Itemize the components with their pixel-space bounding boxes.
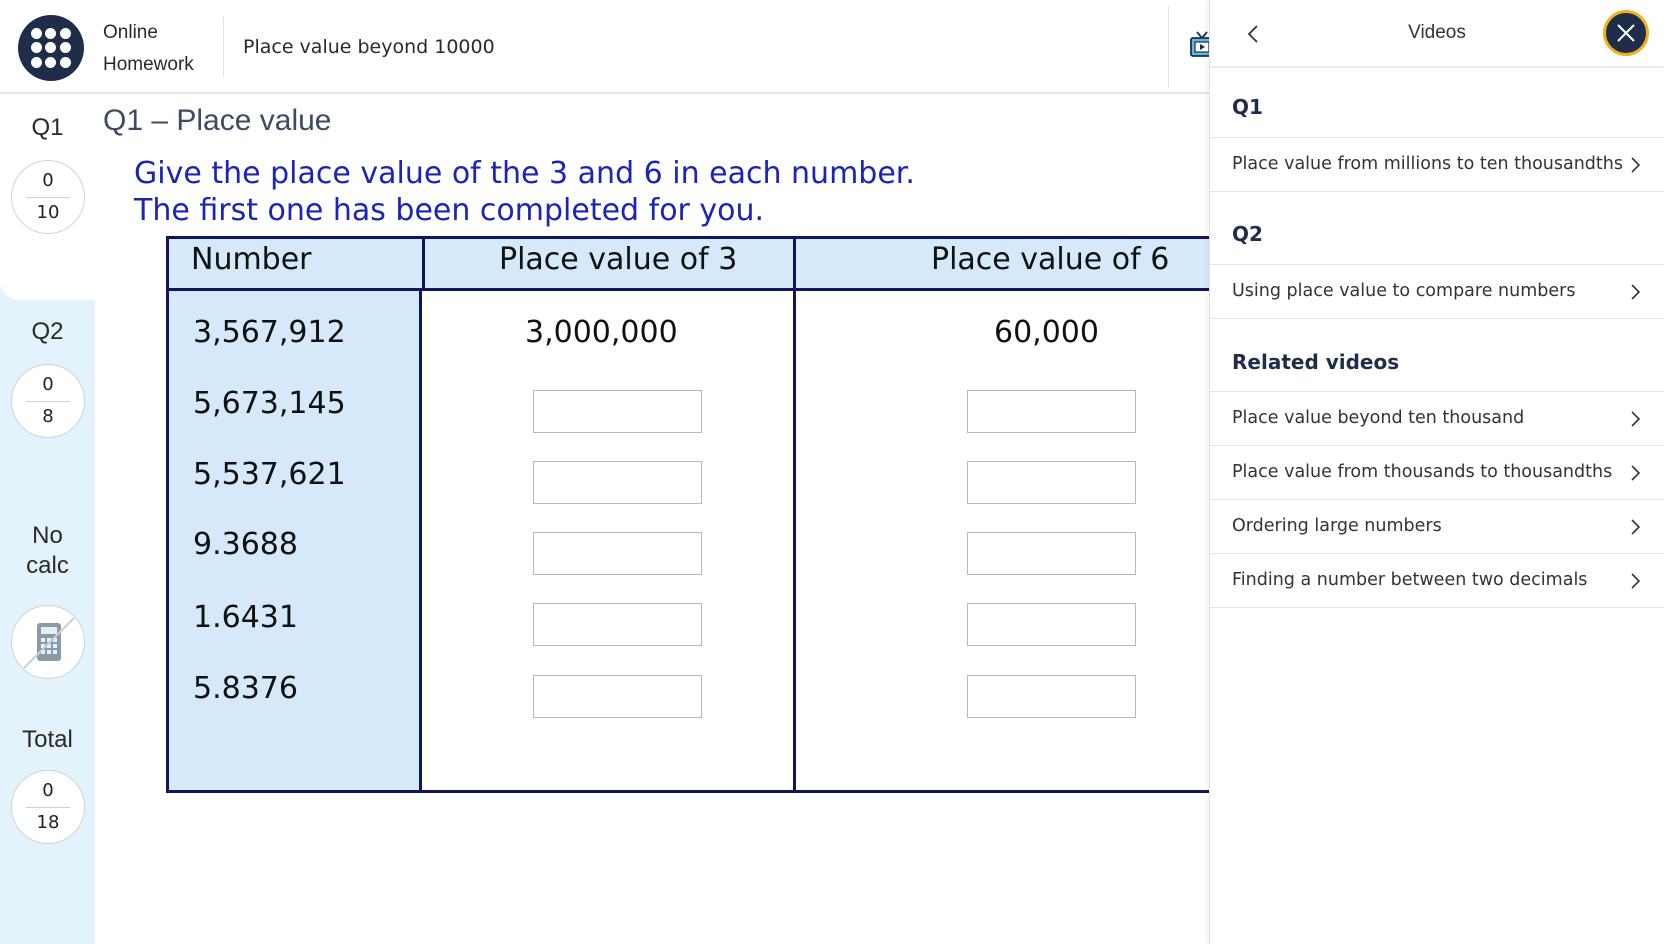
chevron-right-icon: [1631, 157, 1641, 173]
total-score-circle: 0 18: [11, 770, 85, 844]
video-item[interactable]: Place value beyond ten thousand: [1210, 392, 1664, 446]
q2-score-circle: 0 8: [11, 364, 85, 438]
divider: [223, 17, 224, 77]
row-4-place-value-3-input[interactable]: [533, 532, 702, 575]
instruction-line-1: Give the place value of the 3 and 6 in e…: [134, 156, 915, 191]
apps-menu-button[interactable]: [18, 15, 84, 81]
rail-item-no-calc: No calc: [0, 505, 95, 705]
video-item[interactable]: Ordering large numbers: [1210, 500, 1664, 554]
close-icon: [1617, 24, 1635, 42]
row-6-place-value-6-input[interactable]: [967, 675, 1136, 718]
total-label: Total: [22, 726, 73, 753]
q1-max: 10: [36, 202, 60, 223]
row-1-place-value-6: 60,000: [994, 315, 1099, 350]
q1-score: 0: [42, 170, 54, 191]
no-calc-line-2: calc: [26, 552, 69, 579]
rail-q2-label: Q2: [31, 318, 64, 345]
video-item[interactable]: Using place value to compare numbers: [1210, 265, 1664, 319]
top-bar: Online Homework Place value beyond 10000: [0, 0, 1215, 94]
rail-item-q1[interactable]: Q1 0 10: [0, 96, 95, 300]
row-3-number: 5,537,621: [193, 457, 346, 492]
row-4-place-value-6-input[interactable]: [967, 532, 1136, 575]
rail-item-q2[interactable]: Q2 0 8: [0, 300, 95, 500]
divider: [1168, 6, 1169, 88]
row-2-number: 5,673,145: [193, 386, 346, 421]
section-title-q2: Q2: [1232, 222, 1263, 246]
video-item-label: Place value beyond ten thousand: [1232, 408, 1525, 428]
video-item-label: Place value from millions to ten thousan…: [1232, 154, 1623, 174]
row-5-place-value-3-input[interactable]: [533, 603, 702, 646]
row-5-number: 1.6431: [193, 600, 298, 635]
calculator-disabled-icon[interactable]: [11, 605, 85, 679]
place-value-table: Number Place value of 3 Place value of 6…: [166, 236, 1216, 793]
no-calc-label: No calc: [0, 521, 95, 581]
video-item[interactable]: Place value from thousands to thousandth…: [1210, 446, 1664, 500]
video-item-label: Place value from thousands to thousandth…: [1232, 462, 1613, 482]
row-5-place-value-6-input[interactable]: [967, 603, 1136, 646]
video-item[interactable]: Finding a number between two decimals: [1210, 554, 1664, 608]
row-2-place-value-6-input[interactable]: [967, 390, 1136, 433]
header-place-value-3: Place value of 3: [499, 242, 738, 277]
header-number: Number: [191, 242, 312, 277]
section-title-q1: Q1: [1232, 95, 1263, 119]
brand-line-1: Online: [103, 22, 158, 43]
q2-max: 8: [42, 406, 54, 427]
row-1-number: 3,567,912: [193, 315, 346, 350]
header-place-value-6: Place value of 6: [931, 242, 1170, 277]
brand-line-2: Homework: [103, 54, 194, 75]
total-max: 18: [36, 812, 60, 833]
chevron-right-icon: [1631, 411, 1641, 427]
row-3-place-value-3-input[interactable]: [533, 461, 702, 504]
chevron-right-icon: [1631, 519, 1641, 535]
q2-score: 0: [42, 374, 54, 395]
question-heading: Q1 – Place value: [103, 104, 332, 137]
videos-panel-title: Videos: [1408, 22, 1466, 43]
video-item[interactable]: Place value from millions to ten thousan…: [1210, 138, 1664, 192]
row-4-number: 9.3688: [193, 527, 298, 562]
row-2-place-value-3-input[interactable]: [533, 390, 702, 433]
close-button[interactable]: [1603, 10, 1649, 56]
videos-panel: Videos Q1 Place value from millions to t…: [1209, 0, 1664, 944]
section-title-related: Related videos: [1232, 350, 1400, 374]
row-1-place-value-3: 3,000,000: [525, 315, 678, 350]
grid-icon: [31, 28, 71, 68]
chevron-right-icon: [1631, 284, 1641, 300]
q1-score-circle: 0 10: [11, 160, 85, 234]
page-title: Place value beyond 10000: [243, 36, 495, 58]
row-6-place-value-3-input[interactable]: [533, 675, 702, 718]
row-6-number: 5.8376: [193, 671, 298, 706]
videos-panel-header: Videos: [1210, 0, 1664, 68]
rail-q1-label: Q1: [31, 114, 64, 141]
video-item-label: Using place value to compare numbers: [1232, 281, 1576, 301]
instruction-line-2: The first one has been completed for you…: [134, 193, 765, 228]
no-calc-line-1: No: [32, 522, 63, 549]
chevron-right-icon: [1631, 465, 1641, 481]
brand: Online Homework: [103, 17, 194, 81]
column-divider: [793, 239, 796, 790]
video-item-label: Ordering large numbers: [1232, 516, 1442, 536]
video-item-label: Finding a number between two decimals: [1232, 570, 1588, 590]
table-header-row: Number Place value of 3 Place value of 6: [169, 239, 1216, 291]
rail-item-total: Total 0 18: [0, 710, 95, 944]
chevron-right-icon: [1631, 573, 1641, 589]
row-3-place-value-6-input[interactable]: [967, 461, 1136, 504]
total-score: 0: [42, 780, 54, 801]
